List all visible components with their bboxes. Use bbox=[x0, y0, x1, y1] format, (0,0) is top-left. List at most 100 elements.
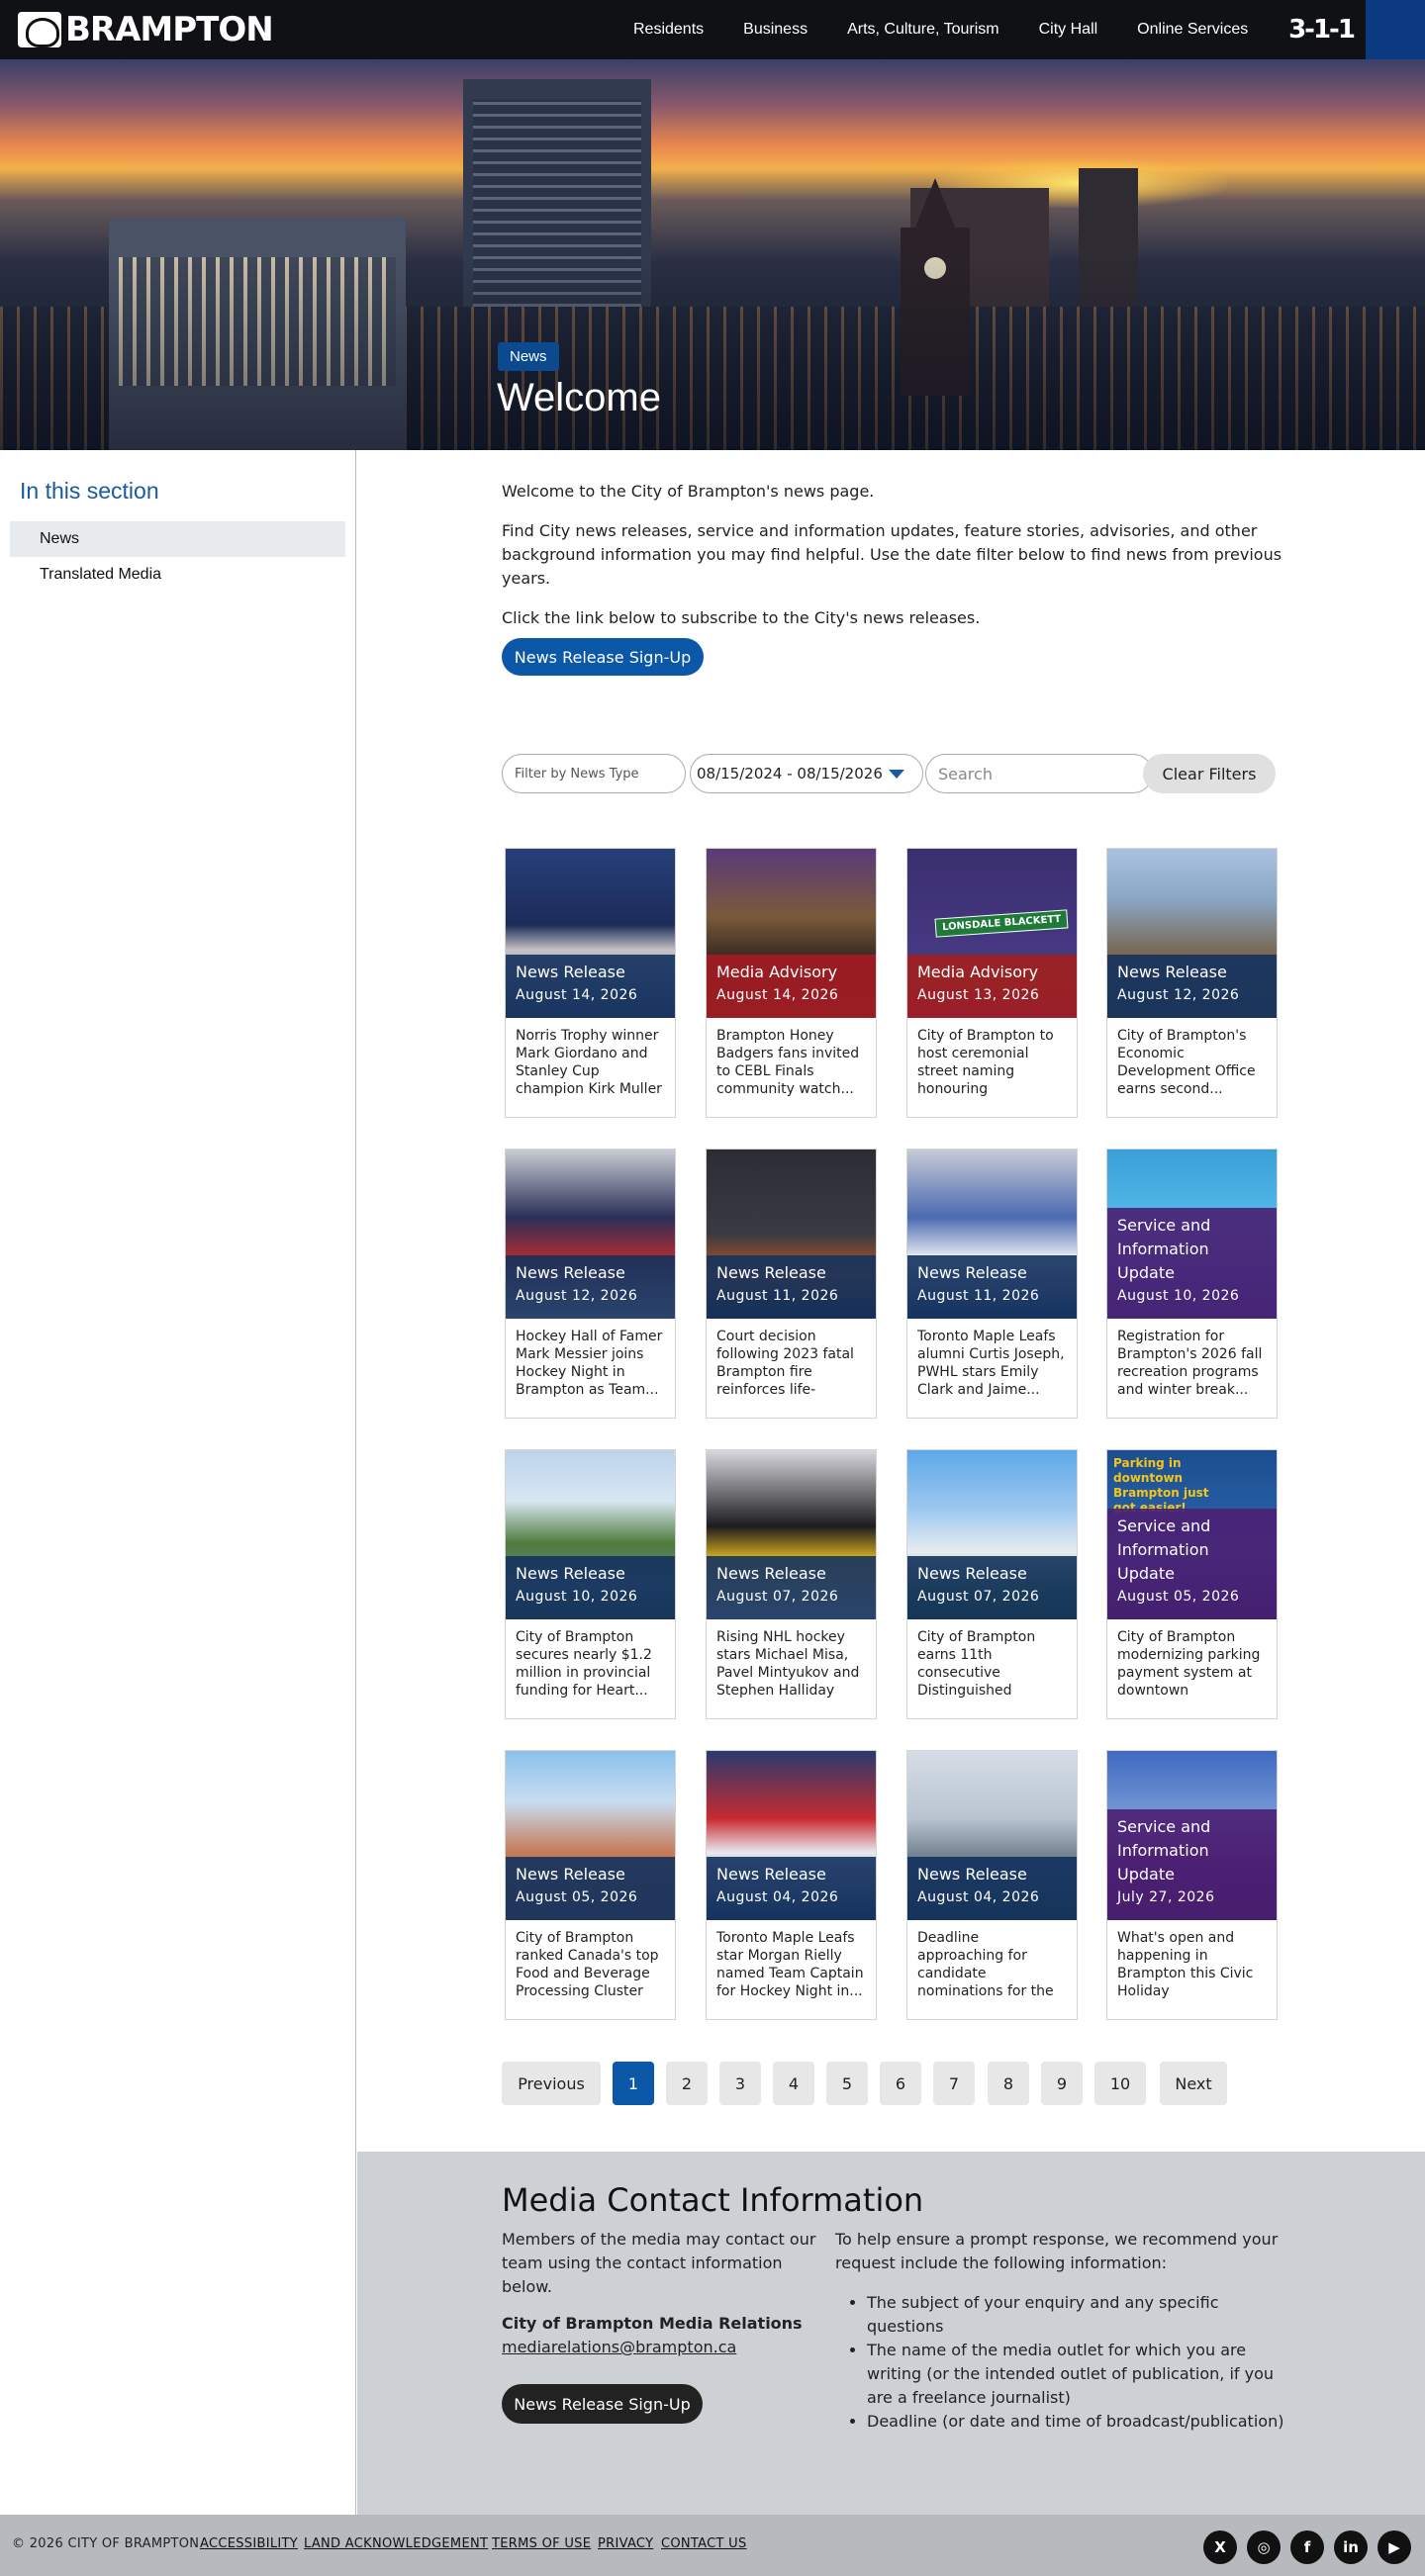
brampton-logo[interactable]: BRAMPTON bbox=[18, 9, 274, 50]
intro-welcome: Welcome to the City of Brampton's news p… bbox=[502, 482, 875, 501]
pagination-previous[interactable]: Previous bbox=[502, 2062, 601, 2105]
news-card[interactable]: News Release August 12, 2026 Hockey Hall o… bbox=[505, 1149, 676, 1419]
search-input[interactable]: Search bbox=[925, 754, 1153, 793]
news-card-label: News Release August 12, 2026 bbox=[506, 1255, 675, 1319]
nav-residents[interactable]: Residents bbox=[633, 21, 704, 39]
sidebar-item-news[interactable]: News bbox=[10, 521, 345, 557]
news-summary: Deadline approaching for candidate nomin… bbox=[917, 1930, 1054, 1999]
news-card[interactable]: News Release August 11, 2026 Court decisio… bbox=[706, 1149, 877, 1419]
news-summary: City of Brampton ranked Canada's top Foo… bbox=[516, 1930, 659, 1999]
news-date: August 14, 2026 bbox=[716, 987, 839, 1003]
parking-promo-text: Parking in downtown Brampton just got ea… bbox=[1113, 1456, 1209, 1515]
date-range-filter[interactable]: 08/15/2024 - 08/15/2026 bbox=[690, 754, 923, 793]
site-footer: © 2026 CITY OF BRAMPTON ACCESSIBILITY LA… bbox=[0, 2515, 1425, 2576]
news-card[interactable]: Media Advisory August 14, 2026 Brampton Ho… bbox=[706, 848, 877, 1118]
copyright: © 2026 CITY OF BRAMPTON bbox=[12, 2536, 200, 2551]
nav-online-services[interactable]: Online Services bbox=[1137, 21, 1248, 39]
news-date: August 07, 2026 bbox=[917, 1589, 1040, 1605]
news-card[interactable]: News Release August 05, 2026 City of Bramp… bbox=[505, 1750, 676, 2020]
news-type: News Release bbox=[917, 1564, 1027, 1583]
nav-city-hall[interactable]: City Hall bbox=[1039, 21, 1098, 39]
pagination-page-5[interactable]: 5 bbox=[826, 2062, 868, 2105]
news-card[interactable]: News Release August 04, 2026 Toronto Maple… bbox=[706, 1750, 877, 2020]
news-card[interactable]: LONSDALE BLACKETT Media Advisory August 13… bbox=[906, 848, 1078, 1118]
news-card[interactable]: News Release August 07, 2026 City of Bramp… bbox=[906, 1449, 1078, 1719]
chevron-down-icon bbox=[888, 769, 904, 779]
pagination-page-2[interactable]: 2 bbox=[666, 2062, 708, 2105]
intro-description: Find City news releases, service and inf… bbox=[502, 521, 1282, 588]
news-date: August 14, 2026 bbox=[516, 987, 638, 1003]
date-range-value: 08/15/2024 - 08/15/2026 bbox=[697, 765, 883, 782]
news-type: Service and Information Update bbox=[1117, 1817, 1211, 1884]
youtube-icon[interactable]: ▶ bbox=[1378, 2530, 1411, 2564]
news-type: News Release bbox=[716, 1564, 826, 1583]
pagination-page-1[interactable]: 1 bbox=[613, 2062, 654, 2105]
instagram-icon[interactable]: ◎ bbox=[1247, 2530, 1281, 2564]
news-card[interactable]: Service and Information Update July 27, 2… bbox=[1106, 1750, 1278, 2020]
news-date: August 12, 2026 bbox=[516, 1288, 638, 1304]
news-date: August 05, 2026 bbox=[1117, 1589, 1240, 1605]
footer-link-land-acknowledgement[interactable]: LAND ACKNOWLEDGEMENT bbox=[304, 2536, 488, 2551]
news-card[interactable]: Service and Information Update August 10,… bbox=[1106, 1149, 1278, 1419]
sidebar-item-translated-media[interactable]: Translated Media bbox=[10, 557, 345, 593]
news-card-label: News Release August 07, 2026 bbox=[907, 1556, 1077, 1619]
news-card-label: News Release August 07, 2026 bbox=[707, 1556, 876, 1619]
news-type: News Release bbox=[716, 1865, 826, 1884]
news-summary: Hockey Hall of Famer Mark Messier joins … bbox=[516, 1329, 663, 1398]
news-type: News Release bbox=[917, 1263, 1027, 1282]
pagination-next[interactable]: Next bbox=[1160, 2062, 1227, 2105]
news-type: News Release bbox=[716, 1263, 826, 1282]
news-card-label: Service and Information Update July 27, 2… bbox=[1107, 1809, 1277, 1920]
news-card-label: News Release August 04, 2026 bbox=[907, 1857, 1077, 1920]
pagination-page-8[interactable]: 8 bbox=[988, 2062, 1029, 2105]
facebook-icon[interactable]: f bbox=[1290, 2530, 1324, 2564]
news-release-signup-button[interactable]: News Release Sign-Up bbox=[502, 638, 704, 676]
news-date: August 04, 2026 bbox=[917, 1889, 1040, 1905]
news-card-label: News Release August 11, 2026 bbox=[907, 1255, 1077, 1319]
footer-link-accessibility[interactable]: ACCESSIBILITY bbox=[200, 2536, 298, 2551]
news-date: August 05, 2026 bbox=[516, 1889, 638, 1905]
logo-text: BRAMPTON bbox=[65, 10, 274, 49]
search-toggle[interactable] bbox=[1366, 0, 1425, 59]
rose-logo-icon bbox=[18, 12, 61, 47]
news-card[interactable]: News Release August 11, 2026 Toronto Maple… bbox=[906, 1149, 1078, 1419]
nav-arts-culture-tourism[interactable]: Arts, Culture, Tourism bbox=[847, 21, 999, 39]
media-email-link[interactable]: mediarelations@brampton.ca bbox=[502, 2336, 736, 2359]
news-summary: City of Brampton's Economic Development … bbox=[1117, 1028, 1256, 1097]
news-card[interactable]: Parking in downtown Brampton just got ea… bbox=[1106, 1449, 1278, 1719]
pagination-page-3[interactable]: 3 bbox=[719, 2062, 761, 2105]
nav-business[interactable]: Business bbox=[743, 21, 808, 39]
news-card[interactable]: News Release August 14, 2026 Norris Trophy… bbox=[505, 848, 676, 1118]
media-relations-org: City of Brampton Media Relations bbox=[502, 2314, 803, 2333]
x-icon[interactable]: X bbox=[1203, 2530, 1237, 2564]
pagination-page-7[interactable]: 7 bbox=[933, 2062, 975, 2105]
pagination-page-4[interactable]: 4 bbox=[773, 2062, 814, 2105]
clear-filters-button[interactable]: Clear Filters bbox=[1143, 754, 1276, 793]
pagination-page-6[interactable]: 6 bbox=[880, 2062, 921, 2105]
news-date: August 11, 2026 bbox=[716, 1288, 839, 1304]
footer-link-terms-of-use[interactable]: TERMS OF USE bbox=[492, 2536, 591, 2551]
main-menu: Residents Business Arts, Culture, Touris… bbox=[633, 0, 1287, 59]
news-card[interactable]: News Release August 10, 2026 City of Bramp… bbox=[505, 1449, 676, 1719]
top-navigation: BRAMPTON Residents Business Arts, Cultur… bbox=[0, 0, 1425, 59]
media-contact-intro: Members of the media may contact our tea… bbox=[502, 2230, 816, 2296]
news-summary: Rising NHL hockey stars Michael Misa, Pa… bbox=[716, 1629, 860, 1699]
footer-link-privacy[interactable]: PRIVACY bbox=[598, 2536, 653, 2551]
news-card-label: Service and Information Update August 05,… bbox=[1107, 1509, 1277, 1619]
news-type: News Release bbox=[516, 1263, 625, 1282]
pagination-page-9[interactable]: 9 bbox=[1041, 2062, 1083, 2105]
news-type-filter[interactable]: Filter by News Type bbox=[502, 754, 686, 793]
news-summary: City of Brampton secures nearly $1.2 mil… bbox=[516, 1629, 652, 1699]
linkedin-icon[interactable]: in bbox=[1334, 2530, 1368, 2564]
footer-link-contact-us[interactable]: CONTACT US bbox=[661, 2536, 747, 2551]
hero-banner: News Welcome bbox=[0, 59, 1425, 450]
news-card[interactable]: News Release August 12, 2026 City of Bramp… bbox=[1106, 848, 1278, 1118]
news-date: August 12, 2026 bbox=[1117, 987, 1240, 1003]
media-signup-button[interactable]: News Release Sign-Up bbox=[502, 2384, 703, 2424]
list-item: The subject of your enquiry and any spec… bbox=[867, 2291, 1290, 2339]
news-card[interactable]: News Release August 07, 2026 Rising NHL ho… bbox=[706, 1449, 877, 1719]
news-card[interactable]: News Release August 04, 2026 Deadline appr… bbox=[906, 1750, 1078, 2020]
media-request-intro: To help ensure a prompt response, we rec… bbox=[835, 2230, 1279, 2272]
pagination-page-10[interactable]: 10 bbox=[1094, 2062, 1146, 2105]
311-logo-link[interactable]: 3-1-1 bbox=[1277, 0, 1366, 59]
